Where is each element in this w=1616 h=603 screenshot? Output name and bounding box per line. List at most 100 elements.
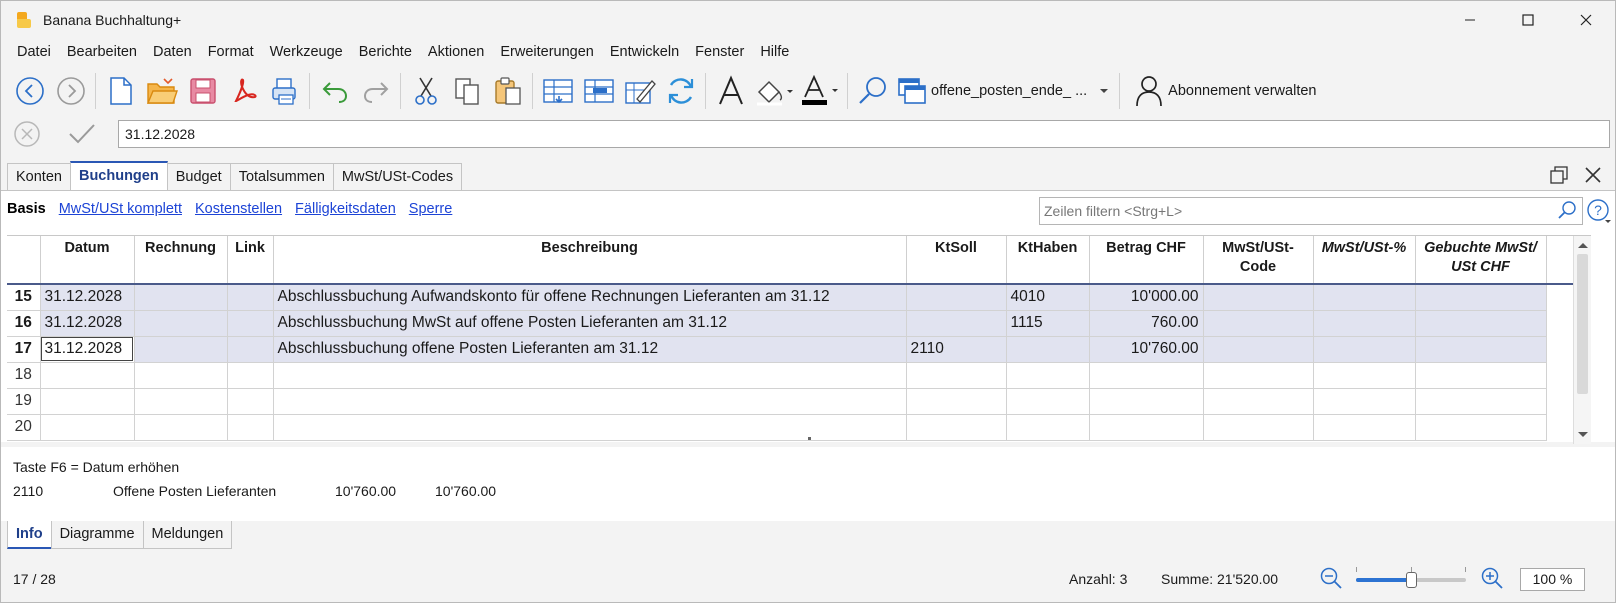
cell-mwst-code[interactable] bbox=[1203, 414, 1314, 441]
cell-betrag[interactable] bbox=[1089, 388, 1204, 415]
cell-ktsoll[interactable] bbox=[906, 388, 1007, 415]
close-window-button[interactable] bbox=[1557, 1, 1615, 39]
header-kthaben[interactable]: KtHaben bbox=[1006, 236, 1090, 285]
cell-beschreibung[interactable] bbox=[273, 388, 907, 415]
menu-werkzeuge[interactable]: Werkzeuge bbox=[262, 44, 351, 60]
cell-datum-selected[interactable]: 31.12.2028 bbox=[40, 336, 135, 363]
cell-kthaben[interactable] bbox=[1006, 362, 1090, 389]
cell-mwst-pct[interactable] bbox=[1313, 284, 1416, 311]
row-number[interactable]: 17 bbox=[7, 336, 41, 363]
zoom-level-field[interactable]: 100 % bbox=[1520, 568, 1585, 591]
cell-mwst-pct[interactable] bbox=[1313, 388, 1416, 415]
scrollbar-thumb[interactable] bbox=[1577, 254, 1588, 394]
menu-bearbeiten[interactable]: Bearbeiten bbox=[59, 44, 145, 60]
tab-meldungen[interactable]: Meldungen bbox=[142, 521, 233, 549]
cell-beschreibung[interactable]: Abschlussbuchung MwSt auf offene Posten … bbox=[273, 310, 907, 337]
cell-rechnung[interactable] bbox=[134, 414, 228, 441]
cell-gebuchte-mwst[interactable] bbox=[1415, 310, 1547, 337]
menu-aktionen[interactable]: Aktionen bbox=[420, 44, 492, 60]
cut-button[interactable] bbox=[405, 71, 446, 111]
menu-entwickeln[interactable]: Entwickeln bbox=[602, 44, 687, 60]
cell-ktsoll[interactable] bbox=[906, 362, 1007, 389]
cell-rechnung[interactable] bbox=[134, 388, 228, 415]
row-number[interactable]: 19 bbox=[7, 388, 41, 415]
edit-row-button[interactable] bbox=[619, 71, 660, 111]
cell-mwst-code[interactable] bbox=[1203, 310, 1314, 337]
tab-buchungen[interactable]: Buchungen bbox=[69, 161, 168, 190]
cell-mwst-pct[interactable] bbox=[1313, 362, 1416, 389]
cell-ktsoll[interactable] bbox=[906, 310, 1007, 337]
redo-button[interactable] bbox=[355, 71, 396, 111]
header-ktsoll[interactable]: KtSoll bbox=[906, 236, 1007, 285]
menu-datei[interactable]: Datei bbox=[9, 44, 59, 60]
menu-format[interactable]: Format bbox=[200, 44, 262, 60]
cell-edit-input[interactable]: 31.12.2028 bbox=[118, 120, 1610, 148]
cell-betrag[interactable] bbox=[1089, 414, 1204, 441]
manage-subscription-button[interactable]: Abonnement verwalten bbox=[1134, 75, 1316, 107]
copy-button[interactable] bbox=[446, 71, 487, 111]
help-icon[interactable]: ? bbox=[1586, 198, 1612, 224]
paste-button[interactable] bbox=[487, 71, 528, 111]
minimize-button[interactable] bbox=[1441, 1, 1499, 39]
undo-button[interactable] bbox=[314, 71, 355, 111]
recalculate-button[interactable] bbox=[660, 71, 701, 111]
header-beschreibung[interactable]: Beschreibung bbox=[273, 236, 907, 285]
search-icon[interactable] bbox=[1556, 200, 1578, 222]
cell-gebuchte-mwst[interactable] bbox=[1415, 388, 1547, 415]
cell-datum[interactable] bbox=[40, 362, 135, 389]
cell-kthaben[interactable]: 4010 bbox=[1006, 284, 1090, 311]
cell-beschreibung[interactable]: Abschlussbuchung Aufwandskonto für offen… bbox=[273, 284, 907, 311]
cell-ktsoll[interactable]: 2110 bbox=[906, 336, 1007, 363]
tab-info[interactable]: Info bbox=[7, 521, 52, 549]
header-rechnung[interactable]: Rechnung bbox=[134, 236, 228, 285]
zoom-out-icon[interactable] bbox=[1319, 566, 1345, 592]
cell-betrag[interactable]: 10'000.00 bbox=[1089, 284, 1204, 311]
splitter-handle[interactable] bbox=[808, 437, 811, 440]
close-panel-icon[interactable] bbox=[1583, 165, 1603, 185]
vertical-scrollbar[interactable] bbox=[1573, 236, 1591, 444]
menu-fenster[interactable]: Fenster bbox=[687, 44, 752, 60]
cell-rechnung[interactable] bbox=[134, 362, 228, 389]
menu-daten[interactable]: Daten bbox=[145, 44, 200, 60]
cell-mwst-code[interactable] bbox=[1203, 388, 1314, 415]
header-link[interactable]: Link bbox=[227, 236, 274, 285]
tab-budget[interactable]: Budget bbox=[166, 163, 231, 190]
tab-konten[interactable]: Konten bbox=[7, 163, 71, 190]
cell-kthaben[interactable] bbox=[1006, 388, 1090, 415]
cell-gebuchte-mwst[interactable] bbox=[1415, 362, 1547, 389]
cell-beschreibung[interactable] bbox=[273, 362, 907, 389]
fill-color-button[interactable] bbox=[751, 71, 797, 111]
cell-mwst-code[interactable] bbox=[1203, 336, 1314, 363]
view-faelligkeitsdaten[interactable]: Fälligkeitsdaten bbox=[295, 201, 396, 217]
zoom-slider[interactable] bbox=[1356, 567, 1466, 588]
row-filter-input[interactable]: Zeilen filtern <Strg+L> bbox=[1039, 197, 1583, 225]
menu-hilfe[interactable]: Hilfe bbox=[752, 44, 797, 60]
cell-betrag[interactable]: 10'760.00 bbox=[1089, 336, 1204, 363]
cell-gebuchte-mwst[interactable] bbox=[1415, 336, 1547, 363]
cell-kthaben[interactable] bbox=[1006, 336, 1090, 363]
tab-mwst-codes[interactable]: MwSt/USt-Codes bbox=[332, 163, 463, 190]
header-betrag[interactable]: Betrag CHF bbox=[1089, 236, 1204, 285]
cell-mwst-pct[interactable] bbox=[1313, 414, 1416, 441]
cell-beschreibung[interactable] bbox=[273, 414, 907, 441]
cell-link[interactable] bbox=[227, 414, 274, 441]
menu-berichte[interactable]: Berichte bbox=[351, 44, 420, 60]
cell-mwst-pct[interactable] bbox=[1313, 310, 1416, 337]
view-kostenstellen[interactable]: Kostenstellen bbox=[195, 201, 282, 217]
delete-rows-button[interactable] bbox=[578, 71, 619, 111]
row-number[interactable]: 18 bbox=[7, 362, 41, 389]
pdf-button[interactable] bbox=[223, 71, 264, 111]
header-datum[interactable]: Datum bbox=[40, 236, 135, 285]
header-gebuchte-mwst[interactable]: Gebuchte MwSt/USt CHF bbox=[1415, 236, 1547, 285]
cell-link[interactable] bbox=[227, 310, 274, 337]
cell-link[interactable] bbox=[227, 284, 274, 311]
font-button[interactable] bbox=[710, 71, 751, 111]
cell-rechnung[interactable] bbox=[134, 336, 228, 363]
cell-gebuchte-mwst[interactable] bbox=[1415, 284, 1547, 311]
view-mwst-komplett[interactable]: MwSt/USt komplett bbox=[59, 201, 182, 217]
new-file-button[interactable] bbox=[100, 71, 141, 111]
cell-kthaben[interactable] bbox=[1006, 414, 1090, 441]
cell-mwst-code[interactable] bbox=[1203, 284, 1314, 311]
cell-betrag[interactable]: 760.00 bbox=[1089, 310, 1204, 337]
header-mwst-pct[interactable]: MwSt/USt-% bbox=[1313, 236, 1416, 285]
